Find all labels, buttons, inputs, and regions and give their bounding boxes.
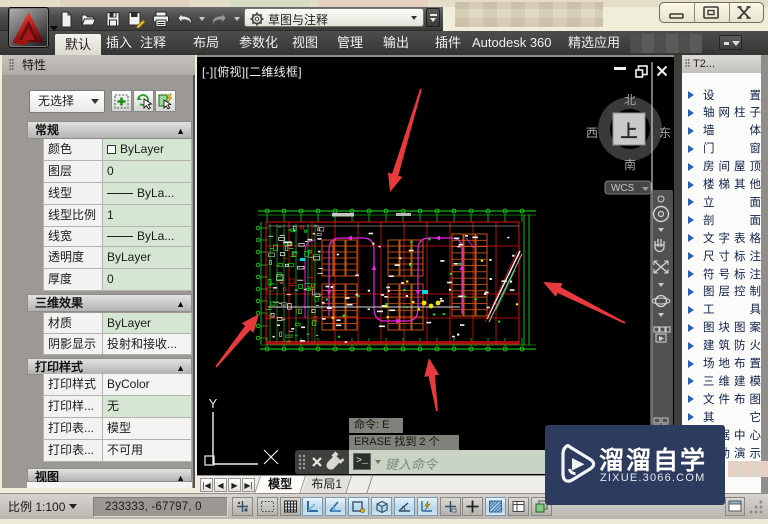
svg-text:WCS: WCS [611,183,635,194]
svg-text:Y: Y [209,396,218,411]
svg-text:南: 南 [624,157,636,172]
svg-text:北: 北 [624,93,636,107]
svg-text:西: 西 [586,126,598,140]
svg-text:上: 上 [621,122,638,141]
svg-text:东: 东 [659,126,671,140]
